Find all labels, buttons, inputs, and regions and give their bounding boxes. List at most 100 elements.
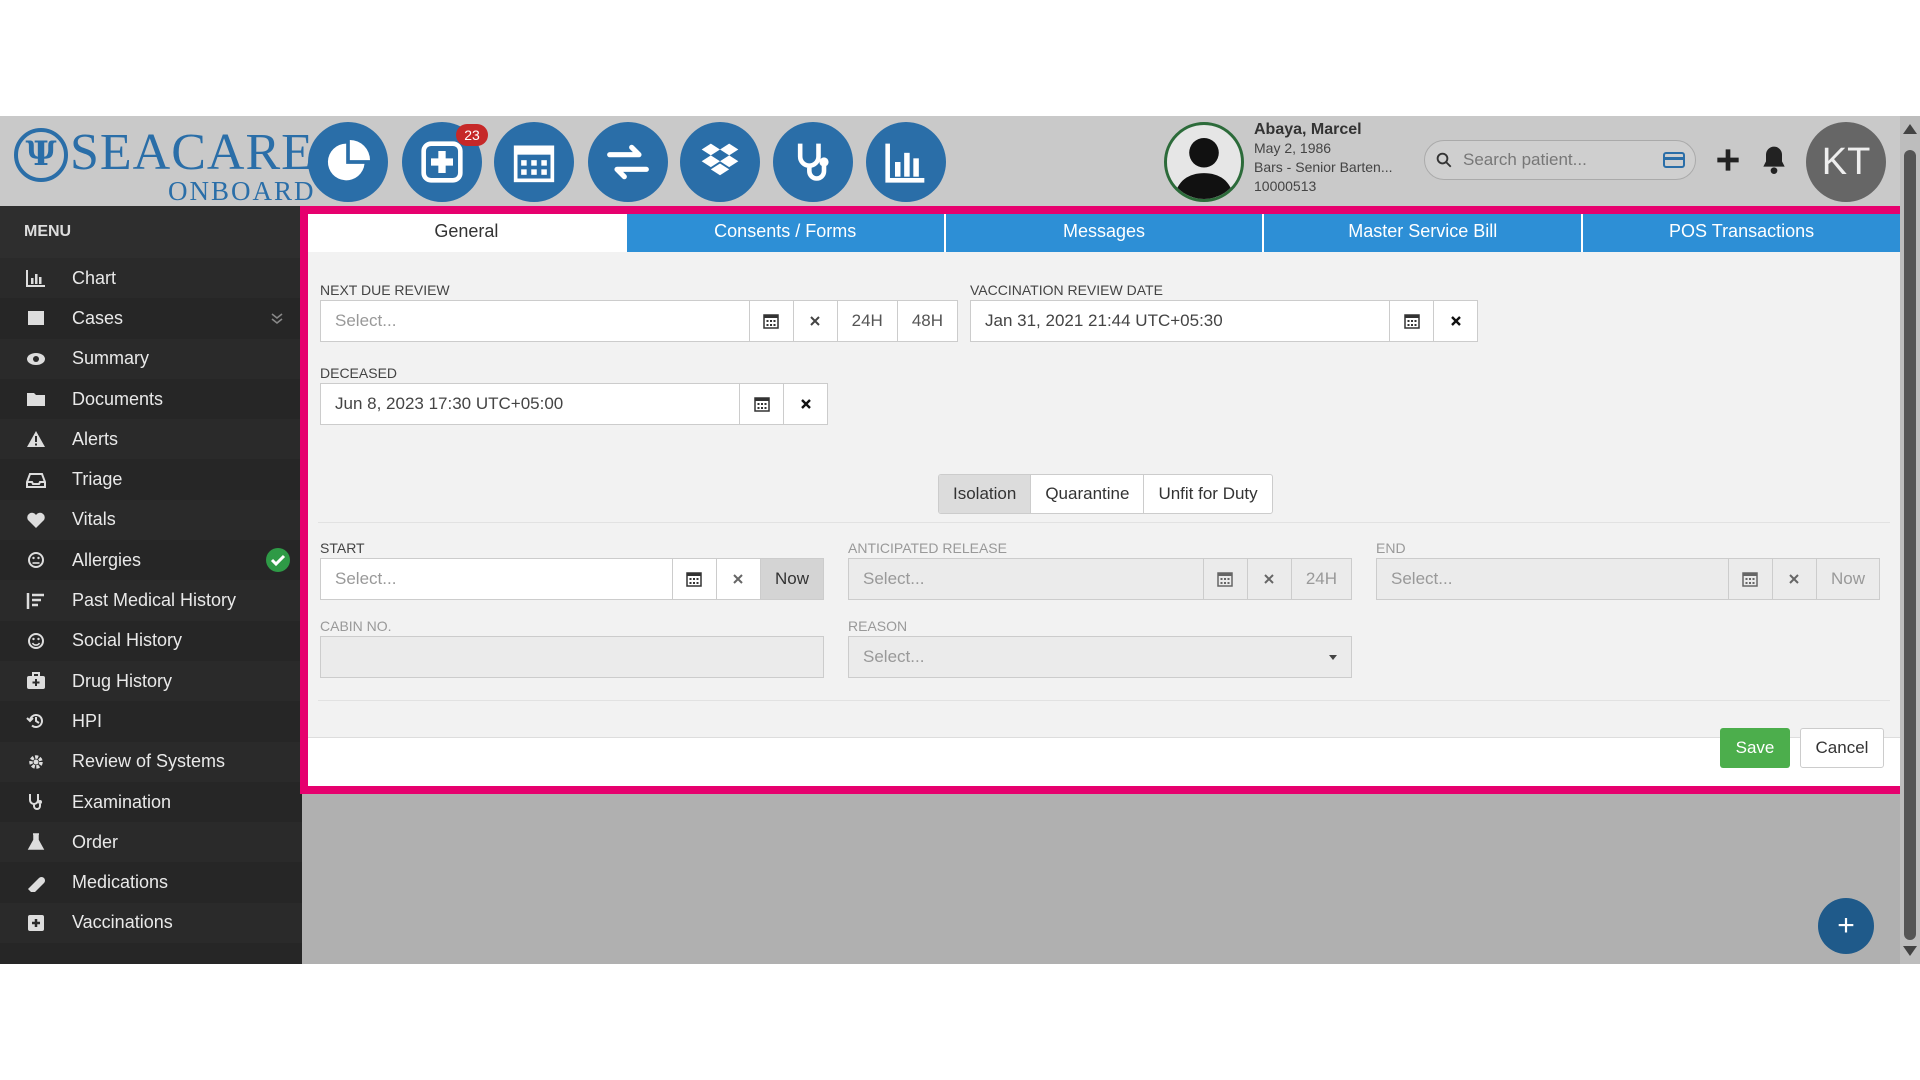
reason-select[interactable]: Select... xyxy=(848,636,1352,678)
dropbox-nav-button[interactable] xyxy=(680,122,760,202)
floating-add-button[interactable]: + xyxy=(1818,898,1874,954)
cabin-no-label: CABIN NO. xyxy=(320,618,392,634)
next-due-24h-button[interactable]: 24H xyxy=(836,301,897,341)
start-now-button[interactable]: Now xyxy=(759,559,823,599)
cabin-no-field xyxy=(320,636,824,678)
anticipated-release-label: ANTICIPATED RELEASE xyxy=(848,540,1007,556)
tab-pos-transactions[interactable]: POS Transactions xyxy=(1583,214,1900,252)
tab-consents-forms[interactable]: Consents / Forms xyxy=(626,214,946,252)
scrollbar-thumb[interactable] xyxy=(1904,150,1916,940)
tab-master-service-bill[interactable]: Master Service Bill xyxy=(1264,214,1584,252)
patient-id: 10000513 xyxy=(1254,178,1317,194)
search-input[interactable]: Search patient... xyxy=(1463,150,1663,170)
unfit-for-duty-button[interactable]: Unfit for Duty xyxy=(1144,475,1271,513)
calendar-button[interactable] xyxy=(739,384,783,424)
anticipated-release-input[interactable]: Select... xyxy=(849,559,1203,599)
sidebar-item-documents[interactable]: Documents xyxy=(0,379,302,419)
transfer-nav-button[interactable] xyxy=(588,122,668,202)
sidebar-item-social-history[interactable]: Social History xyxy=(0,621,302,661)
clear-button[interactable] xyxy=(1771,559,1816,599)
sidebar-item-label: Review of Systems xyxy=(72,751,226,772)
id-card-icon[interactable] xyxy=(1663,152,1685,168)
patient-name[interactable]: Abaya, Marcel xyxy=(1254,120,1414,139)
sidebar-menu: MENU Chart Cases Summary Documents Alert… xyxy=(0,206,302,964)
new-case-nav-button[interactable]: 23 xyxy=(402,122,488,202)
sidebar-item-label: Social History xyxy=(72,630,183,651)
sidebar-item-allergies[interactable]: Allergies xyxy=(0,540,302,580)
bell-icon[interactable] xyxy=(1758,142,1790,178)
save-button[interactable]: Save xyxy=(1720,728,1790,768)
stethoscope-icon xyxy=(797,143,829,181)
calendar-icon xyxy=(753,397,770,412)
sidebar-item-order[interactable]: Order xyxy=(0,822,302,863)
exchange-arrows-icon xyxy=(607,144,649,180)
dashboard-nav-button[interactable] xyxy=(308,122,388,202)
next-due-review-input[interactable]: Select... xyxy=(321,301,749,341)
patient-status-panel: General Consents / Forms Messages Master… xyxy=(300,206,1908,794)
chevron-down-icon[interactable] xyxy=(270,311,284,325)
clear-button[interactable] xyxy=(715,559,760,599)
clinical-nav-button[interactable] xyxy=(773,122,853,202)
calendar-button[interactable] xyxy=(671,559,716,599)
patient-silhouette-icon xyxy=(1174,137,1234,199)
sidebar-item-label: Alerts xyxy=(72,428,119,449)
calendar-button[interactable] xyxy=(1202,559,1247,599)
sidebar-item-triage[interactable]: Triage xyxy=(0,459,302,499)
patient-role: Bars - Senior Barten... xyxy=(1254,159,1393,175)
sidebar-item-cases[interactable]: Cases xyxy=(0,298,302,338)
sidebar-item-hpi[interactable]: HPI xyxy=(0,701,302,741)
anticipated-release-field: Select... 24H xyxy=(848,558,1352,600)
next-due-48h-button[interactable]: 48H xyxy=(896,301,957,341)
sidebar-item-label: Cases xyxy=(72,307,124,328)
calendar-nav-button[interactable] xyxy=(494,122,574,202)
calendar-button[interactable] xyxy=(748,301,793,341)
cabin-no-input[interactable] xyxy=(321,637,823,677)
end-input[interactable]: Select... xyxy=(1377,559,1728,599)
sidebar-item-examination[interactable]: Examination xyxy=(0,782,302,822)
clear-button[interactable] xyxy=(1246,559,1291,599)
close-icon xyxy=(733,574,744,584)
add-icon[interactable] xyxy=(1712,142,1744,178)
sidebar-item-medications[interactable]: Medications xyxy=(0,862,302,902)
menu-list: Chart Cases Summary Documents Alerts Tri… xyxy=(0,258,302,944)
inbox-icon xyxy=(26,472,46,488)
clear-button[interactable] xyxy=(792,301,837,341)
sidebar-item-label: Drug History xyxy=(72,670,173,691)
scroll-up-arrow-icon[interactable] xyxy=(1903,124,1917,134)
reports-nav-button[interactable] xyxy=(866,122,946,202)
sidebar-item-vitals[interactable]: Vitals xyxy=(0,499,302,541)
anticipated-24h-button[interactable]: 24H xyxy=(1290,559,1351,599)
dropbox-icon xyxy=(701,143,739,176)
cancel-button[interactable]: Cancel xyxy=(1800,728,1884,768)
next-due-review-label: NEXT DUE REVIEW xyxy=(320,282,450,298)
page-scrollbar[interactable] xyxy=(1900,116,1920,964)
scroll-down-arrow-icon[interactable] xyxy=(1903,946,1917,956)
user-avatar[interactable]: KT xyxy=(1806,122,1886,202)
patient-photo[interactable] xyxy=(1164,122,1244,202)
sidebar-item-label: Allergies xyxy=(72,549,142,570)
tab-general[interactable]: General xyxy=(308,214,627,252)
sidebar-item-review-of-systems[interactable]: Review of Systems xyxy=(0,741,302,782)
sidebar-item-drug-history[interactable]: Drug History xyxy=(0,660,302,702)
tab-messages[interactable]: Messages xyxy=(945,214,1265,252)
sidebar-item-summary[interactable]: Summary xyxy=(0,338,302,379)
sidebar-item-past-medical-history[interactable]: Past Medical History xyxy=(0,580,302,621)
patient-search[interactable]: Search patient... xyxy=(1424,140,1696,180)
vaccination-review-date-input[interactable]: Jan 31, 2021 21:44 UTC+05:30 xyxy=(971,301,1389,341)
seacare-logo[interactable]: Ψ SEACARE ONBOARD xyxy=(14,124,314,206)
sidebar-item-chart[interactable]: Chart xyxy=(0,258,302,299)
deceased-input[interactable]: Jun 8, 2023 17:30 UTC+05:00 xyxy=(321,384,739,424)
clear-button[interactable] xyxy=(783,384,827,424)
isolation-button[interactable]: Isolation xyxy=(939,475,1032,513)
calendar-icon xyxy=(1217,572,1234,587)
calendar-icon xyxy=(686,572,703,587)
start-input[interactable]: Select... xyxy=(321,559,672,599)
clear-button[interactable] xyxy=(1433,301,1477,341)
calendar-button[interactable] xyxy=(1389,301,1433,341)
sidebar-item-vaccinations[interactable]: Vaccinations xyxy=(0,902,302,944)
sidebar-item-alerts[interactable]: Alerts xyxy=(0,419,302,460)
cases-icon xyxy=(28,311,44,326)
end-now-button[interactable]: Now xyxy=(1815,559,1879,599)
quarantine-button[interactable]: Quarantine xyxy=(1031,475,1145,513)
calendar-button[interactable] xyxy=(1727,559,1772,599)
